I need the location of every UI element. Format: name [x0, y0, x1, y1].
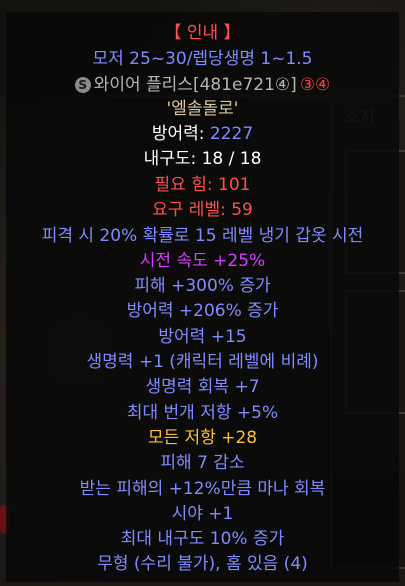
socket-badges: ③④: [299, 75, 331, 95]
item-property: 방어력 +15: [158, 327, 247, 347]
runeword-name: '엘솔돌로': [166, 99, 239, 119]
item-property: 무형 (수리 불가), 홈 있음 (4): [97, 554, 308, 574]
socket-icon: S: [74, 77, 91, 93]
required-strength: 필요 힘: 101: [154, 175, 251, 195]
item-property: 피격 시 20% 확률로 15 레벨 냉기 갑옷 시전: [41, 226, 364, 246]
item-property: 모든 저항 +28: [147, 428, 258, 448]
item-property: 생명력 +1 (캐릭터 레벨에 비례): [86, 352, 319, 372]
item-property: 방어력 +206% 증가: [126, 301, 279, 321]
item-grade-label: 【 인내 】: [164, 23, 241, 43]
item-property: 피해 7 감소: [160, 453, 245, 473]
item-property: 최대 내구도 10% 증가: [120, 529, 285, 549]
defense-label: 방어력:: [151, 124, 205, 144]
required-level: 요구 레벨: 59: [152, 200, 253, 220]
defense-value: 2227: [209, 124, 254, 144]
item-socket-line: S 와이어 플리스[481e721④] ③④: [6, 73, 399, 96]
item-property: 받는 피해의 +12%만큼 마나 회복: [79, 479, 326, 499]
item-property: 시야 +1: [171, 504, 234, 524]
item-property: 시전 속도 +25%: [139, 251, 266, 271]
item-property: 피해 +300% 증가: [134, 276, 271, 296]
item-property: 최대 번개 저항 +5%: [126, 403, 279, 423]
item-tooltip: 【 인내 】 모저 25~30/렙당생명 1~1.5 S 와이어 플리스[481…: [6, 12, 399, 582]
item-subtitle: 모저 25~30/렙당생명 1~1.5: [92, 49, 313, 69]
defense-line: 방어력: 2227: [6, 123, 399, 145]
item-base-name: 와이어 플리스[481e721④]: [93, 75, 297, 95]
durability-line: 내구도: 18 / 18: [143, 149, 262, 169]
item-property: 생명력 회복 +7: [145, 377, 260, 397]
